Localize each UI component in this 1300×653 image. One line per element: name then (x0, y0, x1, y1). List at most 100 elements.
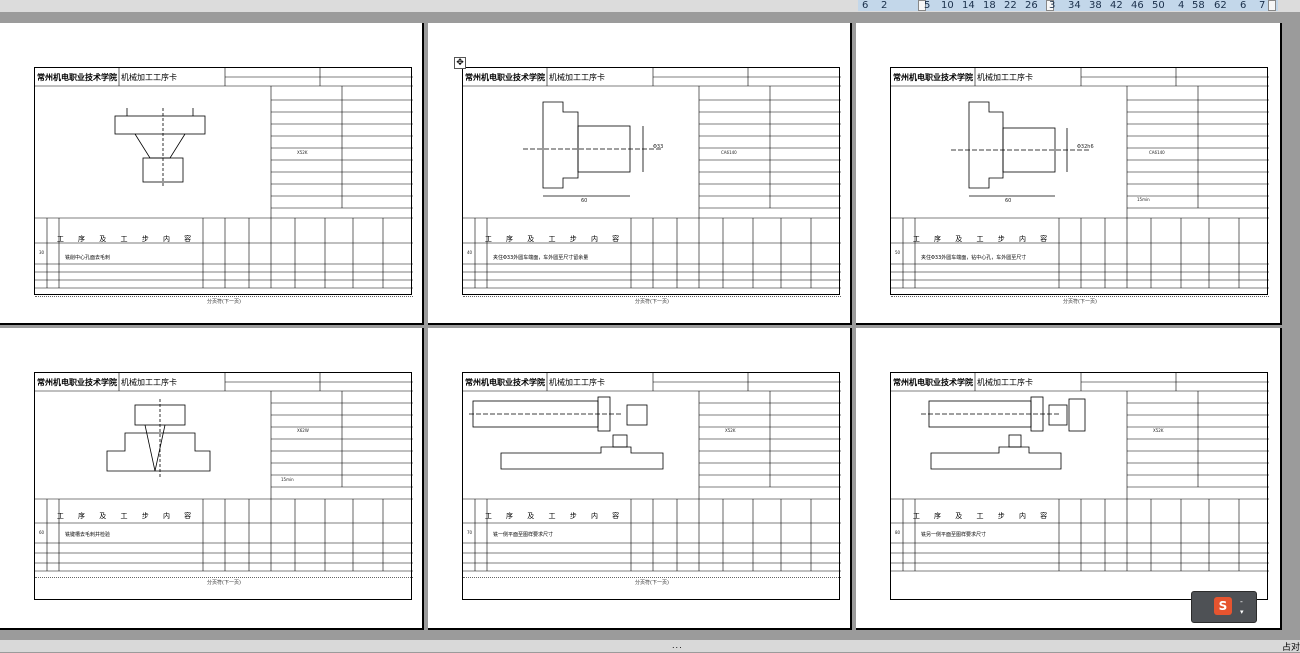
page-break-marker: 分页符(下一页) (35, 577, 413, 586)
page-break-marker: 分页符(下一页) (891, 296, 1269, 305)
document-title: 机械加工工序卡 (121, 73, 177, 82)
row-number: 30 (39, 250, 45, 255)
document-page-4[interactable]: 常州机电职业技术学院 机械加工工序卡 X62W 15min 工 序 及 工 步 … (0, 328, 424, 630)
document-title: 机械加工工序卡 (549, 378, 605, 387)
part-drawing (951, 101, 1091, 197)
section-header: 工 序 及 工 步 内 容 (56, 512, 198, 520)
ruler-tick: 6 (862, 0, 869, 11)
document-title: 机械加工工序卡 (977, 378, 1033, 387)
step-description: 铣削中心孔面去毛刺 (65, 255, 111, 261)
status-text: 占对 (1282, 643, 1300, 653)
ruler-tick: 38 (1089, 0, 1102, 11)
row-number: 70 (467, 530, 473, 535)
document-page-6[interactable]: 常州机电职业技术学院 机械加工工序卡 X52K 工 序 及 工 步 内 容 80… (856, 328, 1282, 630)
college-name: 常州机电职业技术学院 (893, 378, 973, 387)
machine-label: X52K (725, 428, 736, 433)
page-break-marker: 分页符(下一页) (463, 296, 841, 305)
process-card-grid (35, 68, 413, 289)
sogou-ime-icon[interactable]: S (1214, 597, 1232, 615)
process-card-grid (35, 373, 413, 572)
ruler-tick: 3 (1049, 0, 1056, 11)
machine-label: X62W (297, 428, 309, 433)
time-label: 15min (1137, 197, 1150, 202)
process-card: 常州机电职业技术学院 机械加工工序卡 Φ33 60 CA6140 工 序 及 工… (462, 67, 841, 305)
diameter-label: Φ32h6 (1077, 144, 1094, 150)
chevron-down-icon[interactable]: ▾ (1240, 608, 1244, 616)
college-name: 常州机电职业技术学院 (893, 73, 973, 82)
part-drawing (921, 396, 1086, 470)
process-card-grid (891, 68, 1269, 289)
ruler-tick: 10 (941, 0, 954, 11)
document-title: 机械加工工序卡 (121, 378, 177, 387)
college-name: 常州机电职业技术学院 (465, 378, 545, 387)
ruler-tick: 46 (1131, 0, 1144, 11)
document-page-3[interactable]: 常州机电职业技术学院 机械加工工序卡 Φ32h6 60 CA6140 15min… (856, 23, 1282, 325)
ime-toolbar[interactable]: S - ▾ (1191, 591, 1257, 623)
machine-label: X52K (297, 150, 308, 155)
ruler-tick: 26 (1025, 0, 1038, 11)
document-page-5[interactable]: 常州机电职业技术学院 机械加工工序卡 X52K 工 序 及 工 步 内 容 70… (428, 328, 852, 630)
section-header: 工 序 及 工 步 内 容 (912, 512, 1054, 520)
horizontal-ruler[interactable]: 6 2 5 10 14 18 22 26 3 34 38 42 46 50 4 … (0, 0, 1300, 12)
step-description: 夹住Φ33外圆车端面，钻中心孔，车外圆至尺寸 (921, 255, 1027, 261)
row-number: 40 (467, 250, 473, 255)
process-card-grid (891, 373, 1269, 572)
step-description: 铣键槽去毛刺并检验 (65, 532, 111, 538)
page-break-marker: 分页符(下一页) (35, 296, 413, 305)
ruler-tick: 4 (1178, 0, 1185, 11)
part-drawing (469, 396, 664, 470)
diameter-label: Φ33 (653, 144, 664, 150)
step-description: 铣另一侧平面至图样要求尺寸 (921, 532, 987, 538)
ruler-tick: 50 (1152, 0, 1165, 11)
ruler-tick: 18 (983, 0, 996, 11)
ruler-right-marker[interactable] (1268, 0, 1276, 11)
machine-label: CA6140 (1149, 150, 1165, 155)
machine-label: X52K (1153, 428, 1164, 433)
ruler-tick: 34 (1068, 0, 1081, 11)
minimize-icon[interactable]: - (1240, 597, 1243, 606)
ruler-tick: 62 (1214, 0, 1227, 11)
college-name: 常州机电职业技术学院 (37, 73, 117, 82)
ruler-tick: 2 (881, 0, 888, 11)
table-move-handle-icon[interactable]: ✥ (454, 57, 466, 69)
resize-grip[interactable]: ... (672, 641, 683, 650)
process-card-grid (463, 373, 841, 572)
part-drawing (523, 101, 663, 197)
row-number: 50 (895, 250, 901, 255)
ruler-tick: 14 (962, 0, 975, 11)
document-title: 机械加工工序卡 (977, 73, 1033, 82)
step-description: 铣一侧平面至图样要求尺寸 (493, 532, 554, 538)
row-number: 80 (895, 530, 901, 535)
document-page-1[interactable]: 常州机电职业技术学院 机械加工工序卡 X52K 工 序 及 工 步 内 容 30… (0, 23, 424, 325)
part-drawing (106, 399, 211, 477)
length-label: 60 (581, 198, 588, 204)
time-label: 15min (281, 477, 294, 482)
ruler-tick: 58 (1192, 0, 1205, 11)
ruler-tick: 42 (1110, 0, 1123, 11)
college-name: 常州机电职业技术学院 (37, 378, 117, 387)
ruler-tick: 22 (1004, 0, 1017, 11)
part-drawing (114, 108, 206, 188)
status-strip: ... 占对 (0, 640, 1300, 653)
process-card: 常州机电职业技术学院 机械加工工序卡 Φ32h6 60 CA6140 15min… (890, 67, 1269, 305)
process-card-grid (463, 68, 841, 289)
step-description: 夹住Φ33外圆车端面，车外圆至尺寸留余量 (493, 255, 589, 261)
ruler-tick: 7 (1259, 0, 1266, 11)
row-number: 60 (39, 530, 45, 535)
section-header: 工 序 及 工 步 内 容 (484, 235, 626, 243)
section-header: 工 序 及 工 步 内 容 (484, 512, 626, 520)
ruler-tick: 6 (1240, 0, 1247, 11)
process-card: 常州机电职业技术学院 机械加工工序卡 X52K 工 序 及 工 步 内 容 80… (890, 372, 1269, 600)
page-break-marker: 分页符(下一页) (463, 577, 841, 586)
process-card: 常州机电职业技术学院 机械加工工序卡 X52K 工 序 及 工 步 内 容 70… (462, 372, 841, 600)
length-label: 60 (1005, 198, 1012, 204)
document-page-2[interactable]: 常州机电职业技术学院 机械加工工序卡 Φ33 60 CA6140 工 序 及 工… (428, 23, 852, 325)
process-card: 常州机电职业技术学院 机械加工工序卡 X62W 15min 工 序 及 工 步 … (34, 372, 413, 600)
section-header: 工 序 及 工 步 内 容 (912, 235, 1054, 243)
process-card: 常州机电职业技术学院 机械加工工序卡 X52K 工 序 及 工 步 内 容 30… (34, 67, 413, 305)
document-title: 机械加工工序卡 (549, 73, 605, 82)
college-name: 常州机电职业技术学院 (465, 73, 545, 82)
section-header: 工 序 及 工 步 内 容 (56, 235, 198, 243)
ruler-tick: 5 (924, 0, 931, 11)
machine-label: CA6140 (721, 150, 737, 155)
